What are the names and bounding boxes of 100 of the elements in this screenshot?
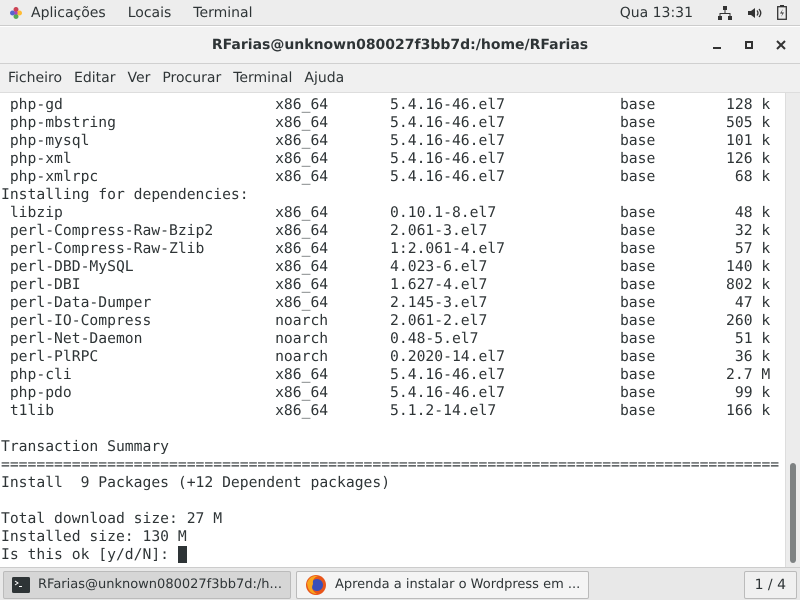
package-repo: base bbox=[620, 204, 656, 222]
package-size: 101 k bbox=[725, 132, 770, 150]
package-name: perl-DBD-MySQL bbox=[10, 258, 135, 276]
package-repo: base bbox=[620, 312, 656, 330]
taskbar-button[interactable]: RFarias@unknown080027f3bb7d:/h... bbox=[3, 570, 291, 598]
package-repo: base bbox=[620, 294, 656, 312]
package-arch: x86_64 bbox=[275, 384, 330, 402]
window-title: RFarias@unknown080027f3bb7d:/home/RFarias bbox=[212, 37, 588, 53]
section-heading: Installing for dependencies: bbox=[1, 186, 249, 203]
package-arch: x86_64 bbox=[275, 114, 330, 132]
package-version: 5.4.16-46.el7 bbox=[390, 384, 506, 402]
package-arch: x86_64 bbox=[275, 96, 330, 114]
package-arch: noarch bbox=[275, 312, 330, 330]
package-arch: x86_64 bbox=[275, 366, 330, 384]
menu-item[interactable]: Editar bbox=[68, 70, 122, 86]
network-icon[interactable] bbox=[718, 6, 732, 20]
package-repo: base bbox=[620, 222, 656, 240]
battery-icon[interactable] bbox=[777, 5, 787, 20]
package-repo: base bbox=[620, 366, 656, 384]
package-version: 0.2020-14.el7 bbox=[390, 348, 506, 366]
maximize-icon[interactable] bbox=[744, 40, 754, 50]
package-size: 802 k bbox=[725, 276, 770, 294]
top-menu[interactable]: Aplicações bbox=[31, 4, 106, 20]
package-size: 48 k bbox=[734, 204, 770, 222]
package-size: 32 k bbox=[734, 222, 770, 240]
package-repo: base bbox=[620, 168, 656, 186]
package-arch: x86_64 bbox=[275, 150, 330, 168]
taskbar-label: Aprenda a instalar o Wordpress em ... bbox=[334, 577, 580, 592]
package-size: 166 k bbox=[725, 402, 770, 420]
menu-item[interactable]: Ajuda bbox=[298, 70, 350, 86]
prompt-text: Is this ok [y/d/N]: bbox=[1, 546, 170, 563]
package-arch: x86_64 bbox=[275, 258, 330, 276]
terminal-icon bbox=[12, 576, 30, 592]
flower-icon[interactable] bbox=[9, 6, 23, 20]
separator-line: ======================================================================================== bbox=[1, 456, 780, 473]
package-arch: x86_64 bbox=[275, 204, 330, 222]
speaker-icon[interactable] bbox=[747, 6, 762, 20]
package-name: php-mysql bbox=[10, 132, 90, 150]
menu-item[interactable]: Ficheiro bbox=[2, 70, 68, 86]
package-repo: base bbox=[620, 402, 656, 420]
package-version: 4.023-6.el7 bbox=[390, 258, 488, 276]
package-arch: x86_64 bbox=[275, 402, 330, 420]
package-version: 2.061-2.el7 bbox=[390, 312, 488, 330]
globe-fox-icon bbox=[304, 574, 327, 596]
package-arch: x86_64 bbox=[275, 294, 330, 312]
package-name: perl-Compress-Raw-Zlib bbox=[10, 240, 206, 258]
package-repo: base bbox=[620, 114, 656, 132]
package-name: perl-PlRPC bbox=[10, 348, 100, 366]
package-size: 68 k bbox=[734, 168, 770, 186]
package-version: 5.4.16-46.el7 bbox=[390, 132, 506, 150]
package-arch: x86_64 bbox=[275, 168, 330, 186]
package-repo: base bbox=[620, 276, 656, 294]
package-arch: noarch bbox=[275, 330, 330, 348]
package-arch: noarch bbox=[275, 348, 330, 366]
package-name: php-xmlrpc bbox=[10, 168, 100, 186]
menu-item[interactable]: Procurar bbox=[156, 70, 228, 86]
package-version: 5.4.16-46.el7 bbox=[390, 150, 506, 168]
package-repo: base bbox=[620, 150, 656, 168]
package-version: 2.061-3.el7 bbox=[390, 222, 488, 240]
scrollbar[interactable] bbox=[785, 93, 800, 567]
section-heading: Transaction Summary bbox=[1, 438, 170, 455]
package-name: php-mbstring bbox=[10, 114, 117, 132]
close-icon[interactable] bbox=[776, 40, 786, 50]
package-name: perl-Net-Daemon bbox=[10, 330, 144, 348]
clock[interactable]: Qua 13:31 bbox=[620, 4, 693, 20]
package-name: perl-IO-Compress bbox=[10, 312, 152, 330]
package-name: t1lib bbox=[10, 402, 56, 420]
package-repo: base bbox=[620, 330, 656, 348]
package-name: php-xml bbox=[10, 150, 73, 168]
package-version: 2.145-3.el7 bbox=[390, 294, 488, 312]
package-version: 5.4.16-46.el7 bbox=[390, 114, 506, 132]
package-version: 5.4.16-46.el7 bbox=[390, 96, 506, 114]
package-size: 99 k bbox=[734, 384, 770, 402]
package-name: perl-Compress-Raw-Bzip2 bbox=[10, 222, 214, 240]
package-size: 2.7 M bbox=[725, 366, 770, 384]
package-version: 1.627-4.el7 bbox=[390, 276, 488, 294]
package-size: 51 k bbox=[734, 330, 770, 348]
package-name: perl-Data-Dumper bbox=[10, 294, 152, 312]
package-repo: base bbox=[620, 258, 656, 276]
package-name: libzip bbox=[10, 204, 64, 222]
package-size: 260 k bbox=[725, 312, 770, 330]
package-name: perl-DBI bbox=[10, 276, 82, 294]
menu-item[interactable]: Ver bbox=[121, 70, 156, 86]
package-version: 1:2.061-4.el7 bbox=[390, 240, 506, 258]
menu-item[interactable]: Terminal bbox=[227, 70, 298, 86]
taskbar-button[interactable]: Aprenda a instalar o Wordpress em ... bbox=[296, 570, 590, 598]
top-menu[interactable]: Locais bbox=[128, 4, 172, 20]
install-summary: Install 9 Packages (+12 Dependent packages) bbox=[1, 474, 390, 491]
package-size: 47 k bbox=[734, 294, 770, 312]
package-version: 5.4.16-46.el7 bbox=[390, 168, 506, 186]
installed-size: Installed size: 130 M bbox=[1, 528, 187, 545]
package-size: 140 k bbox=[725, 258, 770, 276]
workspace-switcher[interactable]: 1 / 4 bbox=[744, 570, 797, 598]
package-name: php-pdo bbox=[10, 384, 73, 402]
package-name: php-gd bbox=[10, 96, 64, 114]
package-size: 57 k bbox=[734, 240, 770, 258]
package-repo: base bbox=[620, 240, 656, 258]
package-repo: base bbox=[620, 96, 656, 114]
package-size: 128 k bbox=[725, 96, 770, 114]
top-menu[interactable]: Terminal bbox=[193, 4, 252, 20]
